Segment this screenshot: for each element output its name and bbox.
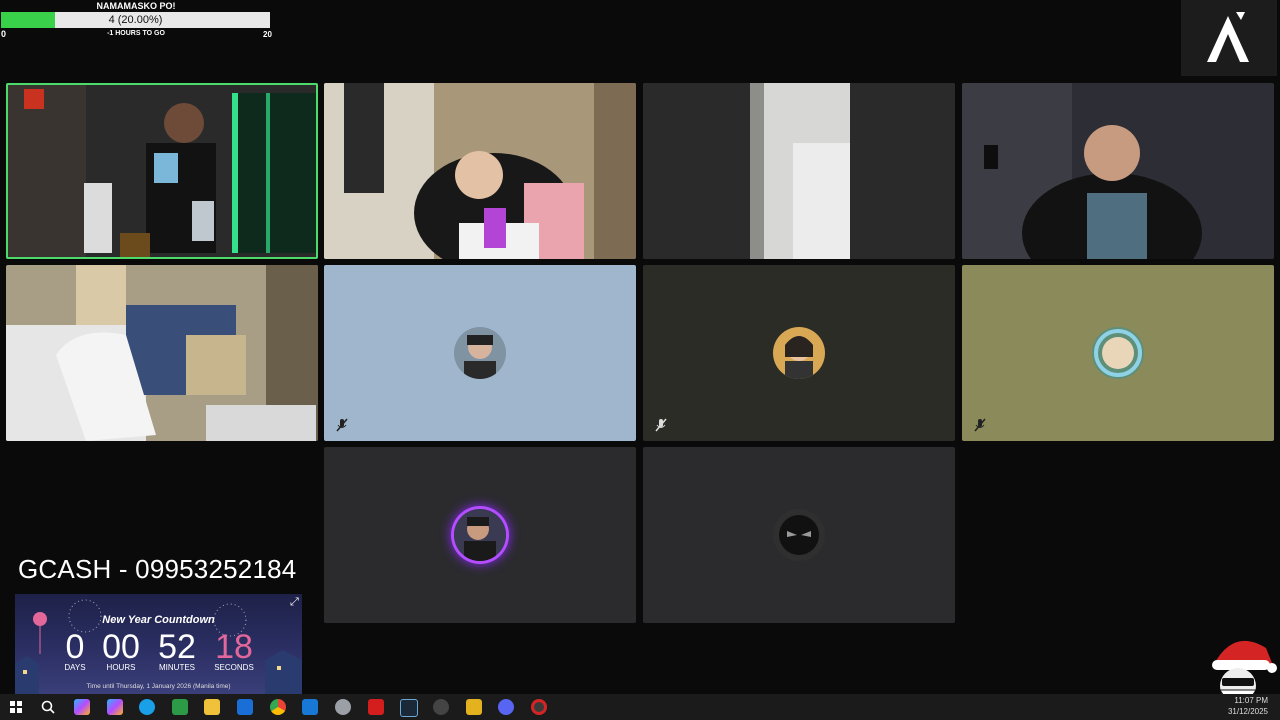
mic-off-icon xyxy=(655,418,667,432)
cloud-app-icon[interactable] xyxy=(335,699,351,715)
expand-icon[interactable]: ⤢ xyxy=(290,596,299,609)
windows-start-icon[interactable] xyxy=(8,699,24,715)
participant-video xyxy=(324,83,636,259)
calendar-icon[interactable] xyxy=(172,699,188,715)
goal-title: NAMAMASKO PO! xyxy=(96,1,176,11)
search-icon[interactable] xyxy=(40,699,56,715)
participant-video xyxy=(6,83,318,259)
obs-icon[interactable] xyxy=(531,699,547,715)
taskbar: 11:07 PM 31/12/2025 xyxy=(0,694,1280,720)
copilot-icon[interactable] xyxy=(74,699,90,715)
goal-subtitle: -1 HOURS TO GO xyxy=(107,30,165,37)
countdown-title: New Year Countdown xyxy=(102,614,215,626)
video-tile-participant-3[interactable] xyxy=(643,83,955,259)
video-tile-streamer[interactable] xyxy=(6,83,318,259)
participant-video xyxy=(6,265,318,441)
store-icon[interactable] xyxy=(302,699,318,715)
countdown-hours-label: HOURS xyxy=(106,663,136,672)
donation-info: GCASH - 09953252184 xyxy=(18,554,297,584)
chrome-icon[interactable] xyxy=(270,699,286,715)
video-tile-participant-4[interactable] xyxy=(962,83,1274,259)
participant-avatar xyxy=(454,509,506,561)
app-grid-icon[interactable] xyxy=(433,699,449,715)
goal-max-label: 20 xyxy=(263,30,272,39)
video-tile-participant-7[interactable] xyxy=(643,265,955,441)
clock-date: 31/12/2025 xyxy=(1227,707,1268,716)
logo-icon xyxy=(1207,12,1249,62)
mic-off-icon xyxy=(974,418,986,432)
mic-off-icon xyxy=(336,418,348,432)
goal-progress-widget: NAMAMASKO PO! 4 (20.00%) 0 -1 HOURS TO G… xyxy=(0,0,272,42)
new-year-countdown-widget: ⤢ New Year Countdown 0 DAYS 00 HOURS 52 … xyxy=(15,594,302,694)
discord-icon[interactable] xyxy=(498,699,514,715)
outlook-icon[interactable] xyxy=(237,699,253,715)
video-tile-participant-9[interactable] xyxy=(324,447,636,623)
participant-avatar xyxy=(1092,327,1144,379)
clock-time: 11:07 PM xyxy=(1234,696,1268,705)
steam-icon[interactable] xyxy=(400,699,418,717)
app-logo xyxy=(1181,0,1277,76)
video-tile-participant-10[interactable] xyxy=(643,447,955,623)
participant-avatar xyxy=(454,327,506,379)
countdown-hours: 00 xyxy=(102,628,140,666)
file-explorer-icon[interactable] xyxy=(204,699,220,715)
countdown-seconds: 18 xyxy=(215,628,253,666)
countdown-minutes-label: MINUTES xyxy=(159,663,195,672)
m365-copilot-icon[interactable] xyxy=(107,699,123,715)
participant-video xyxy=(962,83,1274,259)
winrar-icon[interactable] xyxy=(466,699,482,715)
goal-progress-bar: 4 (20.00%) xyxy=(1,12,270,28)
participant-avatar xyxy=(773,509,825,561)
edge-icon[interactable] xyxy=(139,699,155,715)
countdown-seconds-label: SECONDS xyxy=(214,663,254,672)
video-tile-participant-2[interactable] xyxy=(324,83,636,259)
countdown-footer: Time until Thursday, 1 January 2026 (Man… xyxy=(86,683,231,690)
voicemeeter-icon[interactable] xyxy=(368,699,384,715)
participant-avatar xyxy=(773,327,825,379)
video-tile-participant-5[interactable] xyxy=(6,265,318,441)
video-tile-participant-6[interactable] xyxy=(324,265,636,441)
goal-status-text: 4 (20.00%) xyxy=(108,14,163,26)
system-clock[interactable]: 11:07 PM 31/12/2025 xyxy=(1228,695,1268,717)
video-tile-participant-8[interactable] xyxy=(962,265,1274,441)
countdown-minutes: 52 xyxy=(158,628,196,666)
participant-video xyxy=(643,83,955,259)
